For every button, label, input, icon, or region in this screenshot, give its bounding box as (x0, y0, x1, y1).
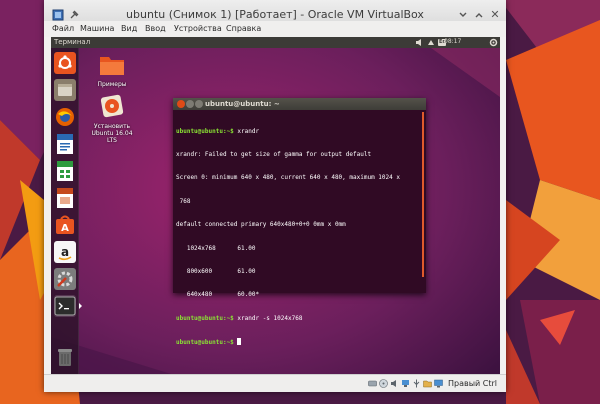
launcher-item-writer[interactable] (54, 133, 76, 155)
writer-icon (57, 134, 73, 154)
chevron-up-icon (475, 13, 483, 18)
gear-icon[interactable] (489, 38, 498, 47)
terminal-line: ubuntu@ubuntu:~$ (176, 338, 423, 347)
optical-drive-icon[interactable] (379, 379, 388, 388)
active-app-title: Терминал (54, 38, 91, 46)
terminal-line: 640x480 60.00* (176, 291, 423, 299)
terminal-titlebar[interactable]: ubuntu@ubuntu: ~ (173, 98, 426, 110)
terminal-line: ubuntu@ubuntu:~$ xrandr -s 1024x768 (176, 315, 423, 323)
menu-file[interactable]: Файл (52, 24, 74, 33)
chevron-down-icon (459, 12, 467, 17)
launcher-item-software[interactable]: A (54, 214, 76, 236)
menu-view[interactable]: Вид (121, 24, 137, 33)
minimize-button[interactable] (456, 8, 470, 22)
shared-folders-icon[interactable] (423, 379, 432, 388)
terminal-text: 800x600 61.00 (176, 267, 256, 275)
desktop-icon-install-ubuntu[interactable]: Установить Ubuntu 16.04 LTS (86, 93, 138, 144)
terminal-line: Screen 0: minimum 640 x 480, current 640… (176, 174, 423, 182)
terminal-line: 1024x768 61.00 (176, 245, 423, 253)
terminal-line: 768 (176, 198, 423, 206)
terminal-maximize-button[interactable] (195, 100, 203, 108)
sound-icon[interactable] (415, 38, 423, 47)
active-indicator (79, 303, 82, 309)
trash-icon (58, 349, 72, 366)
hard-disk-icon[interactable] (368, 379, 377, 388)
terminal-cursor (237, 338, 242, 346)
launcher-item-trash[interactable] (54, 346, 76, 368)
launcher-item-terminal[interactable] (54, 295, 76, 317)
software-center-icon: A (56, 215, 74, 234)
firefox-icon (56, 108, 74, 126)
unity-launcher: A a (51, 48, 82, 374)
terminal-command: xrandr -s 1024x768 (233, 314, 303, 322)
launcher-item-dash[interactable] (54, 52, 76, 74)
menu-help[interactable]: Справка (226, 24, 261, 33)
terminal-text: xrandr: Failed to get size of gamma for … (176, 150, 372, 158)
terminal-text: 640x480 60.00* (176, 291, 260, 299)
host-key-indicator[interactable]: Правый Ctrl (448, 379, 497, 388)
terminal-line: xrandr: Failed to get size of gamma for … (176, 151, 423, 159)
terminal-title: ubuntu@ubuntu: ~ (205, 100, 280, 108)
terminal-prompt: ubuntu@ubuntu:~$ (176, 339, 234, 347)
terminal-output[interactable]: ubuntu@ubuntu:~$ xrandr xrandr: Failed t… (176, 112, 423, 363)
close-button[interactable]: ✕ (488, 8, 502, 22)
menu-input[interactable]: Ввод (145, 24, 166, 33)
launcher-item-settings[interactable] (54, 268, 76, 290)
terminal-line: 800x600 61.00 (176, 268, 423, 276)
vbox-statusbar: Правый Ctrl (44, 374, 506, 392)
menubar: Файл Машина Вид Ввод Устройства Справка (44, 21, 506, 37)
files-icon (54, 79, 76, 101)
launcher-item-calc[interactable] (54, 160, 76, 182)
calc-icon (57, 161, 73, 181)
guest-top-panel: Терминал En 08:17 (51, 37, 500, 48)
launcher-item-files[interactable] (54, 79, 76, 101)
terminal-close-button[interactable] (177, 100, 185, 108)
terminal-text: default connected primary 640x480+0+0 0m… (176, 221, 346, 229)
launcher-item-firefox[interactable] (54, 106, 76, 128)
launcher-item-impress[interactable] (54, 187, 76, 209)
menu-devices[interactable]: Устройства (174, 24, 222, 33)
desktop-icon-label: Установить Ubuntu 16.04 LTS (91, 123, 133, 144)
terminal-text: Screen 0: minimum 640 x 480, current 640… (176, 174, 400, 182)
virtualbox-window: ubuntu (Снимок 1) [Работает] - Oracle VM… (44, 0, 506, 392)
folder-icon (100, 57, 124, 75)
settings-icon (54, 268, 76, 290)
audio-icon[interactable] (390, 379, 399, 388)
usb-icon[interactable] (412, 379, 421, 388)
terminal-text: 1024x768 61.00 (176, 244, 256, 252)
terminal-scrollbar[interactable] (422, 112, 424, 277)
menu-machine[interactable]: Машина (80, 24, 114, 33)
svg-text:a: a (61, 245, 69, 259)
desktop-icon-label: Примеры (97, 81, 127, 88)
display-icon[interactable] (434, 379, 443, 388)
maximize-button[interactable] (472, 8, 486, 22)
close-icon: ✕ (490, 8, 500, 21)
terminal-command: xrandr (233, 127, 260, 135)
terminal-prompt: ubuntu@ubuntu:~$ (176, 314, 234, 322)
network-icon[interactable] (427, 38, 435, 47)
svg-text:A: A (61, 223, 69, 234)
network-adapter-icon[interactable] (401, 379, 410, 388)
amazon-icon: a (54, 241, 76, 263)
terminal-prompt: ubuntu@ubuntu:~$ (176, 127, 234, 135)
ubuntu-dash-icon (54, 52, 76, 74)
terminal-icon (54, 296, 76, 316)
guest-display[interactable]: Терминал En 08:17 A a Примеры Установить… (51, 37, 500, 374)
desktop-icon-examples[interactable]: Примеры (86, 53, 138, 88)
launcher-item-amazon[interactable]: a (54, 241, 76, 263)
impress-icon (57, 188, 73, 208)
terminal-line: default connected primary 640x480+0+0 0m… (176, 221, 423, 229)
install-disc-icon (100, 94, 124, 118)
terminal-window[interactable]: ubuntu@ubuntu: ~ ubuntu@ubuntu:~$ xrandr… (173, 98, 426, 346)
terminal-minimize-button[interactable] (186, 100, 194, 108)
terminal-line: ubuntu@ubuntu:~$ xrandr (176, 128, 423, 136)
terminal-text: 768 (176, 197, 191, 205)
clock[interactable]: 08:17 (444, 38, 461, 45)
